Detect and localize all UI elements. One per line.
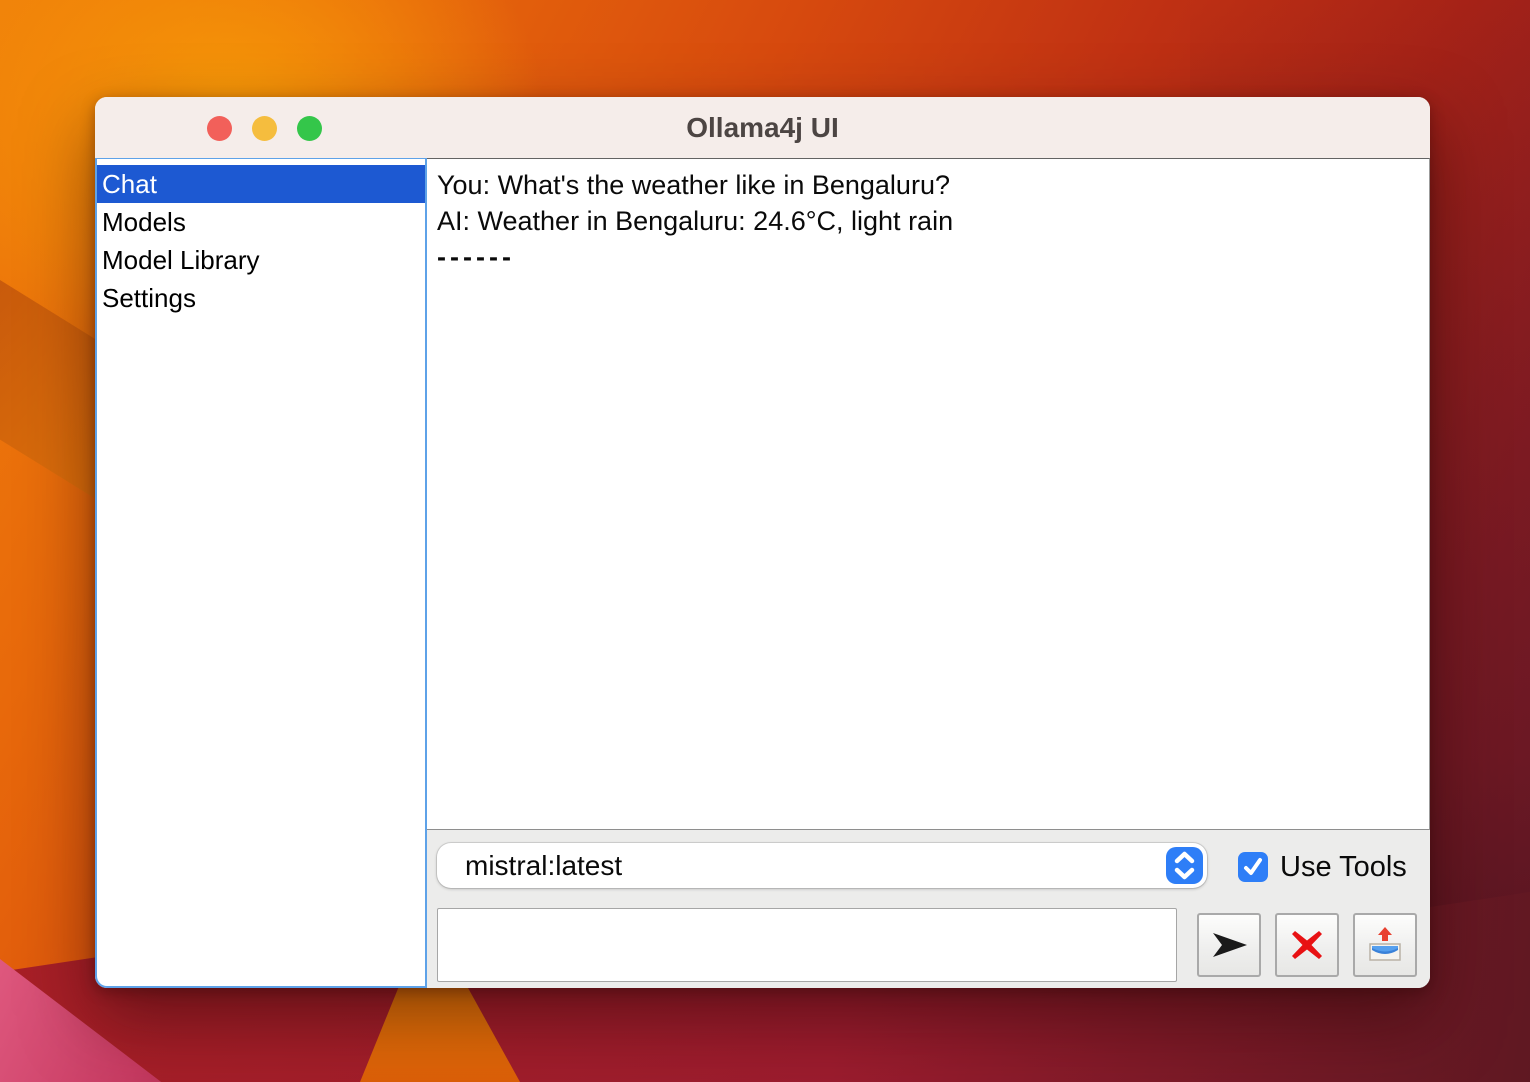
chat-user-message: You: What's the weather like in Bengalur… [437,167,1419,203]
chevron-up-down-icon [1166,847,1203,884]
sidebar-nav: Chat Models Model Library Settings [95,158,427,988]
checkmark-icon [1242,856,1264,878]
chat-separator: ------ [437,239,1419,275]
export-button[interactable] [1353,913,1417,977]
sidebar-item-model-library[interactable]: Model Library [97,241,425,279]
send-button[interactable] [1197,913,1261,977]
use-tools-checkbox[interactable] [1238,852,1268,882]
send-arrow-icon [1209,929,1249,961]
sidebar-item-models[interactable]: Models [97,203,425,241]
chat-ai-message: AI: Weather in Bengaluru: 24.6°C, light … [437,203,1419,239]
prompt-input[interactable] [437,908,1177,982]
model-select-value: mistral:latest [465,843,622,888]
window-title: Ollama4j UI [95,97,1430,158]
use-tools-label: Use Tools [1280,852,1407,882]
outbox-icon [1364,924,1406,966]
sidebar-item-chat[interactable]: Chat [97,165,425,203]
sidebar-item-settings[interactable]: Settings [97,279,425,317]
model-select-dropdown[interactable]: mistral:latest [437,843,1207,888]
app-window: Ollama4j UI Chat Models Model Library Se… [95,97,1430,988]
red-x-icon [1288,926,1326,964]
composer-panel: mistral:latest Use Tools [427,830,1430,988]
title-bar[interactable]: Ollama4j UI [95,97,1430,159]
stop-button[interactable] [1275,913,1339,977]
chat-transcript[interactable]: You: What's the weather like in Bengalur… [427,158,1430,830]
